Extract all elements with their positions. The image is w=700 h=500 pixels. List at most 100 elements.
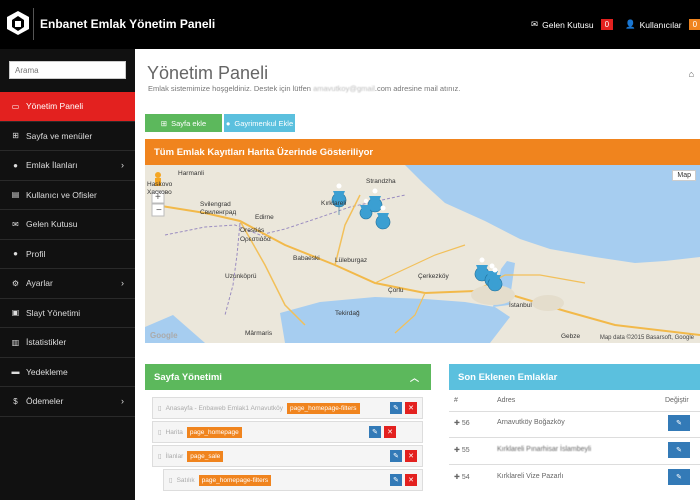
sidebar-item-label: Yedekleme <box>26 366 68 377</box>
edit-listing-button[interactable]: ✎ <box>668 469 690 485</box>
edit-icon[interactable]: ✎ <box>369 426 381 438</box>
edit-icon[interactable]: ✎ <box>390 450 402 462</box>
sidebar-item-pages-menus[interactable]: ⊞ Sayfa ve menüler <box>0 122 135 151</box>
sidebar-item-inbox[interactable]: ✉ Gelen Kutusu <box>0 210 135 240</box>
map-label: Свиленград <box>200 209 237 216</box>
template-tag: page_sale <box>187 450 224 462</box>
tree-row-text: Harita <box>165 428 183 436</box>
map-label: Babaeski <box>293 255 320 262</box>
sidebar-nav: ▭ Yönetim Paneli ⊞ Sayfa ve menüler ● Em… <box>0 92 135 417</box>
inbox-link[interactable]: ✉ Gelen Kutusu 0 <box>531 19 614 30</box>
monitor-icon: ▭ <box>11 101 20 111</box>
sidebar-item-label: Sayfa ve menüler <box>26 130 93 141</box>
sidebar-item-listings[interactable]: ● Emlak İlanları › <box>0 151 135 181</box>
map-label: Harmanli <box>178 170 205 177</box>
row-address: Kırklareli Vize Pazarlı <box>497 473 564 480</box>
map-canvas: + − <box>145 165 700 343</box>
user-icon: ● <box>13 249 18 259</box>
map-label: Хасково <box>147 189 172 196</box>
col-header-change: Değiştir <box>665 397 689 404</box>
logo-icon[interactable] <box>6 10 30 36</box>
welcome-text-pre: Emlak sistemimize hoşgeldiniz. Destek iç… <box>148 84 311 93</box>
sidebar-item-payments[interactable]: $ Ödemeler › <box>0 387 135 417</box>
col-header-address: Adres <box>497 397 516 404</box>
welcome-text-post: .com adresine mail atınız. <box>374 84 461 93</box>
logo-divider <box>33 8 34 40</box>
recent-listings-table: # Adres Değiştir ✚ 56 Arnavutköy Boğazkö… <box>449 390 700 500</box>
map-label: Svilengrad <box>200 201 231 208</box>
home-icon[interactable]: ⌂ <box>689 69 694 79</box>
col-header-no: # <box>454 397 458 404</box>
map-label: Gebze <box>561 333 581 340</box>
users-label: Kullanıcılar <box>639 19 682 30</box>
users-link[interactable]: 👤 Kullanıcılar 0 <box>625 19 700 30</box>
map-label: Edirne <box>255 214 274 221</box>
stats-icon: ▥ <box>11 337 20 347</box>
page-icon: ▯ <box>169 477 173 484</box>
tree-row[interactable]: ▯ İlanlar page_sale ✎ ✕ <box>152 445 423 467</box>
map-type-button[interactable]: Map <box>672 170 696 181</box>
search-input[interactable] <box>9 61 126 79</box>
tree-row[interactable]: ▯ Harita page_homepage ✎ ✕ <box>152 421 423 443</box>
sidebar-item-label: Emlak İlanları <box>26 160 78 171</box>
sidebar-item-label: Gelen Kutusu <box>26 219 78 230</box>
delete-icon[interactable]: ✕ <box>405 402 417 414</box>
edit-icon[interactable]: ✎ <box>390 474 402 486</box>
sidebar-item-statistics[interactable]: ▥ İstatistikler <box>0 328 135 358</box>
brand-title[interactable]: Enbanet Emlak Yönetim Paneli <box>40 17 215 31</box>
sidebar-item-label: Slayt Yönetimi <box>26 307 81 318</box>
template-tag: page_homepage-filters <box>198 474 272 486</box>
main-content: Yönetim Paneli ⌂ Emlak sistemimize hoşge… <box>135 49 700 500</box>
sidebar-item-users-offices[interactable]: ▤ Kullanıcı ve Ofisler <box>0 181 135 210</box>
map-label: Çorlu <box>388 287 404 294</box>
page-management-title: Sayfa Yönetimi <box>154 371 222 383</box>
chevron-right-icon: › <box>121 396 124 406</box>
plus-icon: ✚ <box>454 447 462 454</box>
map-label: Uzunköprü <box>225 273 257 280</box>
sidebar-item-label: Yönetim Paneli <box>26 101 84 112</box>
add-page-button[interactable]: ⊞ Sayfa ekle <box>145 114 222 132</box>
page-icon: ▯ <box>158 429 162 436</box>
welcome-text: Emlak sistemimize hoşgeldiniz. Destek iç… <box>148 84 460 93</box>
delete-icon[interactable]: ✕ <box>405 450 417 462</box>
map-label: Mârmaris <box>245 330 273 337</box>
sitemap-icon: ⊞ <box>12 131 19 141</box>
sidebar-item-label: Ödemeler <box>26 396 64 407</box>
page-management-header[interactable]: Sayfa Yönetimi ︿ <box>145 364 431 390</box>
chevron-right-icon: › <box>121 278 124 288</box>
sidebar-item-label: Profil <box>26 248 46 259</box>
sidebar-item-label: Ayarlar <box>26 278 53 289</box>
sidebar-item-dashboard[interactable]: ▭ Yönetim Paneli <box>0 92 135 122</box>
sidebar-item-settings[interactable]: ⚙ Ayarlar › <box>0 269 135 299</box>
listings-map[interactable]: + − Harmanli Haskovo Хасково Svilengrad … <box>145 165 700 343</box>
template-tag: page_homepage-filters <box>287 402 360 414</box>
id-card-icon: ▤ <box>11 190 20 200</box>
plus-icon: ✚ <box>454 420 462 427</box>
tree-row[interactable]: ▯ Satılık page_homepage-filters ✎ ✕ <box>163 469 423 491</box>
row-number: ✚ 55 <box>454 447 470 454</box>
delete-icon[interactable]: ✕ <box>384 426 396 438</box>
chevron-up-icon[interactable]: ︿ <box>410 371 419 384</box>
tree-row-text: İlanlar <box>165 452 184 460</box>
plus-icon: ✚ <box>454 474 462 481</box>
add-page-label: Sayfa ekle <box>171 118 207 128</box>
envelope-icon: ✉ <box>12 219 19 229</box>
sidebar-item-label: İstatistikler <box>26 337 67 348</box>
edit-listing-button[interactable]: ✎ <box>668 415 690 431</box>
envelope-icon: ✉ <box>531 19 539 29</box>
delete-icon[interactable]: ✕ <box>405 474 417 486</box>
users-count-badge: 0 <box>688 19 700 30</box>
add-property-button[interactable]: ● Gayrimenkul Ekle <box>224 114 295 132</box>
sidebar-item-backup[interactable]: ▬ Yedekleme <box>0 358 135 387</box>
page-tree: ▯ Anasayfa - Enbaweb Emlak1 Arnavutköy p… <box>145 390 431 500</box>
recent-listings-header: Son Eklenen Emlaklar <box>449 364 700 390</box>
edit-icon[interactable]: ✎ <box>390 402 402 414</box>
add-property-label: Gayrimenkul Ekle <box>234 118 294 128</box>
sidebar-item-profile[interactable]: ● Profil <box>0 240 135 269</box>
tree-row[interactable]: ▯ Anasayfa - Enbaweb Emlak1 Arnavutköy p… <box>152 397 423 419</box>
sidebar: ▭ Yönetim Paneli ⊞ Sayfa ve menüler ● Em… <box>0 49 135 500</box>
edit-listing-button[interactable]: ✎ <box>668 442 690 458</box>
dollar-icon: $ <box>13 396 18 406</box>
map-label: Kırklareli <box>321 200 347 207</box>
sidebar-item-slides[interactable]: ▣ Slayt Yönetimi <box>0 299 135 328</box>
